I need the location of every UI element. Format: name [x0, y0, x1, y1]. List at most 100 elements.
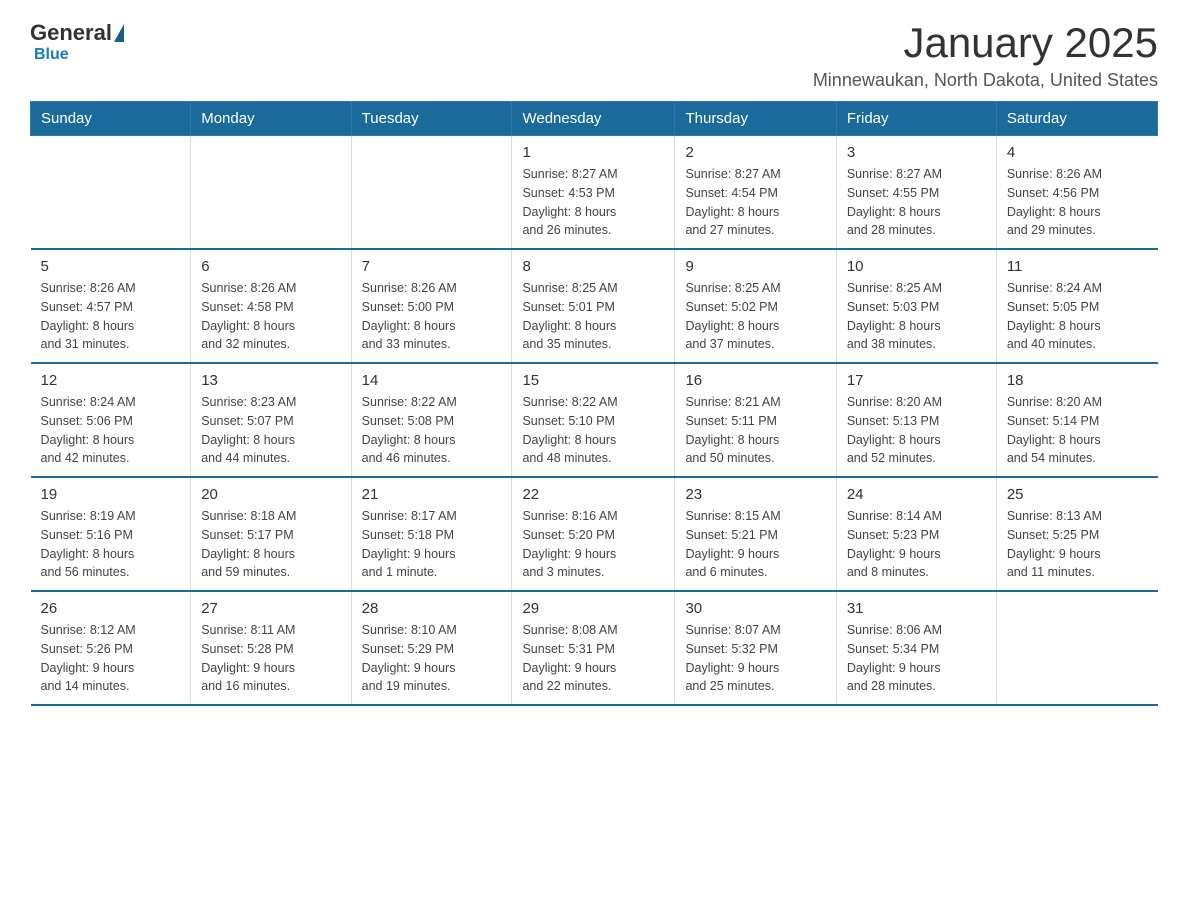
calendar-cell: 29 Sunrise: 8:08 AM Sunset: 5:31 PM Dayli… [512, 591, 675, 705]
day-header-friday: Friday [836, 102, 996, 136]
calendar-week-row: 12 Sunrise: 8:24 AM Sunset: 5:06 PM Dayli… [31, 363, 1158, 477]
calendar-table: SundayMondayTuesdayWednesdayThursdayFrid… [30, 101, 1158, 706]
calendar-cell: 24 Sunrise: 8:14 AM Sunset: 5:23 PM Dayli… [836, 477, 996, 591]
day-number: 31 [847, 600, 986, 617]
day-number: 30 [685, 600, 825, 617]
day-info: Sunrise: 8:26 AM Sunset: 4:58 PM Dayligh… [201, 279, 340, 354]
day-number: 21 [362, 486, 502, 503]
calendar-cell: 23Sunrise: 8:15 AM Sunset: 5:21 PM Dayli… [675, 477, 836, 591]
calendar-cell: 5 Sunrise: 8:26 AM Sunset: 4:57 PM Daylig… [31, 249, 191, 363]
day-number: 16 [685, 372, 825, 389]
day-number: 20 [201, 486, 340, 503]
day-info: Sunrise: 8:25 AM Sunset: 5:02 PM Dayligh… [685, 279, 825, 354]
day-info: Sunrise: 8:26 AM Sunset: 5:00 PM Dayligh… [362, 279, 502, 354]
day-number: 1 [522, 144, 664, 161]
calendar-body: 1 Sunrise: 8:27 AM Sunset: 4:53 PM Daylig… [31, 136, 1158, 706]
day-info: Sunrise: 8:16 AM Sunset: 5:20 PM Dayligh… [522, 507, 664, 582]
day-info: Sunrise: 8:10 AM Sunset: 5:29 PM Dayligh… [362, 621, 502, 696]
logo-general-text: General [30, 20, 112, 46]
calendar-cell: 4 Sunrise: 8:26 AM Sunset: 4:56 PM Daylig… [996, 136, 1157, 250]
calendar-cell: 16Sunrise: 8:21 AM Sunset: 5:11 PM Dayli… [675, 363, 836, 477]
calendar-header: SundayMondayTuesdayWednesdayThursdayFrid… [31, 102, 1158, 136]
day-header-sunday: Sunday [31, 102, 191, 136]
day-number: 26 [41, 600, 181, 617]
day-info: Sunrise: 8:24 AM Sunset: 5:05 PM Dayligh… [1007, 279, 1148, 354]
calendar-cell: 19 Sunrise: 8:19 AM Sunset: 5:16 PM Dayli… [31, 477, 191, 591]
day-number: 19 [41, 486, 181, 503]
calendar-cell: 30 Sunrise: 8:07 AM Sunset: 5:32 PM Dayli… [675, 591, 836, 705]
calendar-cell: 9 Sunrise: 8:25 AM Sunset: 5:02 PM Daylig… [675, 249, 836, 363]
calendar-week-row: 5 Sunrise: 8:26 AM Sunset: 4:57 PM Daylig… [31, 249, 1158, 363]
logo-triangle-icon [114, 24, 124, 42]
location-title: Minnewaukan, North Dakota, United States [813, 70, 1158, 91]
day-number: 15 [522, 372, 664, 389]
day-info: Sunrise: 8:18 AM Sunset: 5:17 PM Dayligh… [201, 507, 340, 582]
calendar-cell: 20 Sunrise: 8:18 AM Sunset: 5:17 PM Dayli… [191, 477, 351, 591]
day-info: Sunrise: 8:17 AM Sunset: 5:18 PM Dayligh… [362, 507, 502, 582]
day-info: Sunrise: 8:22 AM Sunset: 5:08 PM Dayligh… [362, 393, 502, 468]
day-info: Sunrise: 8:15 AM Sunset: 5:21 PM Dayligh… [685, 507, 825, 582]
calendar-cell: 26Sunrise: 8:12 AM Sunset: 5:26 PM Dayli… [31, 591, 191, 705]
calendar-cell: 1 Sunrise: 8:27 AM Sunset: 4:53 PM Daylig… [512, 136, 675, 250]
calendar-cell: 15 Sunrise: 8:22 AM Sunset: 5:10 PM Dayli… [512, 363, 675, 477]
day-info: Sunrise: 8:26 AM Sunset: 4:57 PM Dayligh… [41, 279, 181, 354]
day-number: 8 [522, 258, 664, 275]
calendar-week-row: 19 Sunrise: 8:19 AM Sunset: 5:16 PM Dayli… [31, 477, 1158, 591]
day-number: 13 [201, 372, 340, 389]
day-number: 14 [362, 372, 502, 389]
day-number: 5 [41, 258, 181, 275]
day-info: Sunrise: 8:25 AM Sunset: 5:03 PM Dayligh… [847, 279, 986, 354]
day-info: Sunrise: 8:20 AM Sunset: 5:14 PM Dayligh… [1007, 393, 1148, 468]
day-info: Sunrise: 8:24 AM Sunset: 5:06 PM Dayligh… [41, 393, 181, 468]
day-header-thursday: Thursday [675, 102, 836, 136]
day-number: 12 [41, 372, 181, 389]
calendar-week-row: 1 Sunrise: 8:27 AM Sunset: 4:53 PM Daylig… [31, 136, 1158, 250]
calendar-cell: 8 Sunrise: 8:25 AM Sunset: 5:01 PM Daylig… [512, 249, 675, 363]
day-header-saturday: Saturday [996, 102, 1157, 136]
calendar-cell [351, 136, 512, 250]
day-info: Sunrise: 8:19 AM Sunset: 5:16 PM Dayligh… [41, 507, 181, 582]
day-number: 9 [685, 258, 825, 275]
calendar-cell: 14 Sunrise: 8:22 AM Sunset: 5:08 PM Dayli… [351, 363, 512, 477]
calendar-cell: 2Sunrise: 8:27 AM Sunset: 4:54 PM Daylig… [675, 136, 836, 250]
day-info: Sunrise: 8:13 AM Sunset: 5:25 PM Dayligh… [1007, 507, 1148, 582]
day-number: 29 [522, 600, 664, 617]
day-number: 28 [362, 600, 502, 617]
day-header-tuesday: Tuesday [351, 102, 512, 136]
logo-blue-text: Blue [34, 46, 69, 63]
day-header-wednesday: Wednesday [512, 102, 675, 136]
day-number: 27 [201, 600, 340, 617]
calendar-cell: 11Sunrise: 8:24 AM Sunset: 5:05 PM Dayli… [996, 249, 1157, 363]
day-info: Sunrise: 8:14 AM Sunset: 5:23 PM Dayligh… [847, 507, 986, 582]
day-info: Sunrise: 8:27 AM Sunset: 4:55 PM Dayligh… [847, 165, 986, 240]
day-info: Sunrise: 8:20 AM Sunset: 5:13 PM Dayligh… [847, 393, 986, 468]
day-info: Sunrise: 8:25 AM Sunset: 5:01 PM Dayligh… [522, 279, 664, 354]
day-info: Sunrise: 8:26 AM Sunset: 4:56 PM Dayligh… [1007, 165, 1148, 240]
logo: General Blue [30, 20, 126, 64]
day-number: 18 [1007, 372, 1148, 389]
day-info: Sunrise: 8:08 AM Sunset: 5:31 PM Dayligh… [522, 621, 664, 696]
day-number: 3 [847, 144, 986, 161]
day-number: 24 [847, 486, 986, 503]
day-info: Sunrise: 8:27 AM Sunset: 4:53 PM Dayligh… [522, 165, 664, 240]
calendar-cell: 7Sunrise: 8:26 AM Sunset: 5:00 PM Daylig… [351, 249, 512, 363]
calendar-week-row: 26Sunrise: 8:12 AM Sunset: 5:26 PM Dayli… [31, 591, 1158, 705]
day-number: 17 [847, 372, 986, 389]
day-info: Sunrise: 8:23 AM Sunset: 5:07 PM Dayligh… [201, 393, 340, 468]
calendar-cell: 21 Sunrise: 8:17 AM Sunset: 5:18 PM Dayli… [351, 477, 512, 591]
calendar-cell: 6 Sunrise: 8:26 AM Sunset: 4:58 PM Daylig… [191, 249, 351, 363]
calendar-cell: 27 Sunrise: 8:11 AM Sunset: 5:28 PM Dayli… [191, 591, 351, 705]
day-header-monday: Monday [191, 102, 351, 136]
day-info: Sunrise: 8:22 AM Sunset: 5:10 PM Dayligh… [522, 393, 664, 468]
calendar-cell: 28 Sunrise: 8:10 AM Sunset: 5:29 PM Dayli… [351, 591, 512, 705]
day-info: Sunrise: 8:07 AM Sunset: 5:32 PM Dayligh… [685, 621, 825, 696]
day-info: Sunrise: 8:11 AM Sunset: 5:28 PM Dayligh… [201, 621, 340, 696]
day-number: 4 [1007, 144, 1148, 161]
day-number: 10 [847, 258, 986, 275]
day-number: 25 [1007, 486, 1148, 503]
day-info: Sunrise: 8:27 AM Sunset: 4:54 PM Dayligh… [685, 165, 825, 240]
calendar-cell: 3 Sunrise: 8:27 AM Sunset: 4:55 PM Daylig… [836, 136, 996, 250]
calendar-cell: 10 Sunrise: 8:25 AM Sunset: 5:03 PM Dayli… [836, 249, 996, 363]
day-number: 6 [201, 258, 340, 275]
calendar-cell [191, 136, 351, 250]
